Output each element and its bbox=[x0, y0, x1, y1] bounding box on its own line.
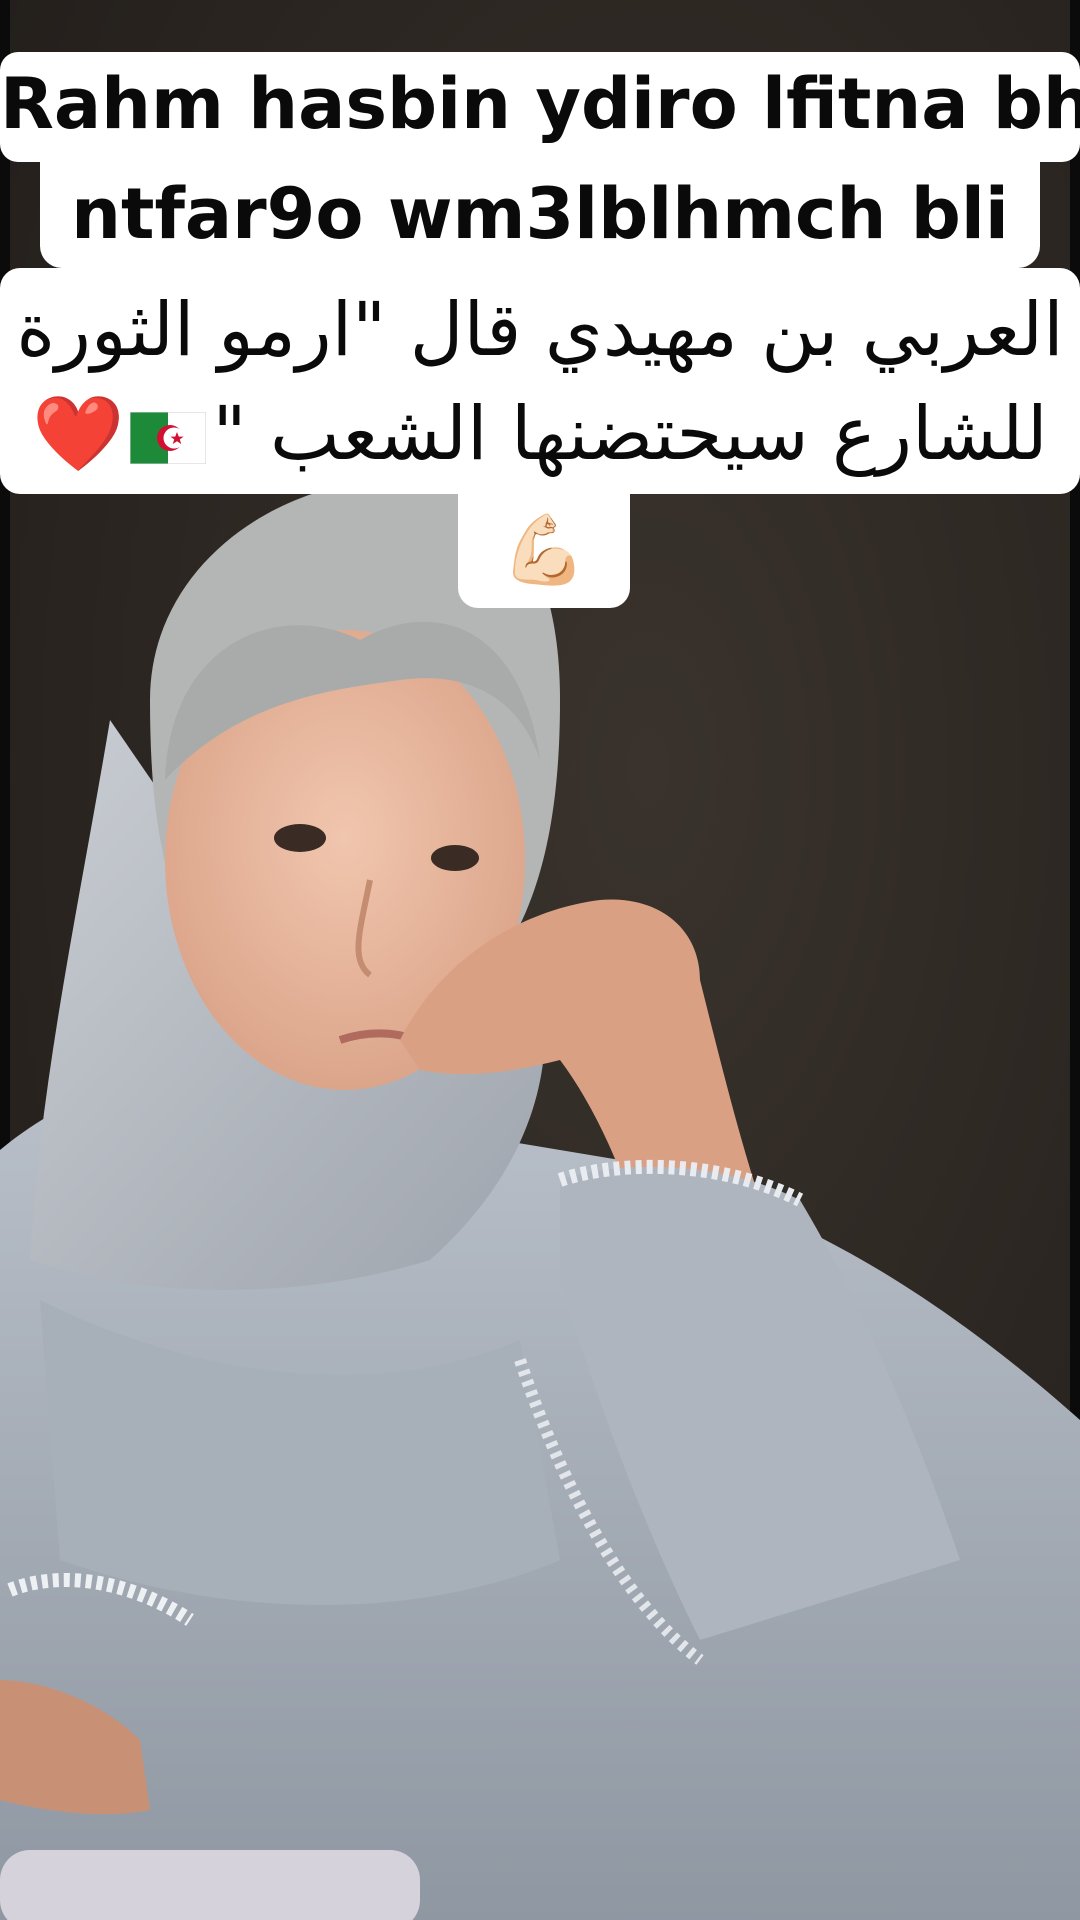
caption-block-arabic: العربي بن مهيدي قال "ارمو الثورة للشارع … bbox=[0, 268, 1080, 494]
caption-line-2: ntfar9o wm3lblhmch bli bbox=[71, 173, 1009, 255]
caption-line-1: Rahm hasbin ydiro lfitna bh bbox=[0, 63, 1080, 145]
caption-block-emoji: 💪🏻 bbox=[458, 492, 630, 608]
caption-arabic-line-2-text: للشارع سيحتضنها الشعب " bbox=[212, 391, 1048, 477]
caption-block-latin-1: Rahm hasbin ydiro lfitna bh bbox=[0, 52, 1080, 162]
heart-emoji: ❤️ bbox=[32, 391, 125, 477]
flexed-biceps-emoji: 💪🏻 bbox=[501, 512, 587, 588]
caption-arabic-line-1: العربي بن مهيدي قال "ارمو الثورة bbox=[16, 287, 1064, 373]
caption-block-latin-2: ntfar9o wm3lblhmch bli bbox=[40, 162, 1040, 268]
caption-arabic-line-2: للشارع سيحتضنها الشعب " ❤️ bbox=[0, 382, 1080, 486]
algeria-flag-icon bbox=[130, 412, 207, 465]
